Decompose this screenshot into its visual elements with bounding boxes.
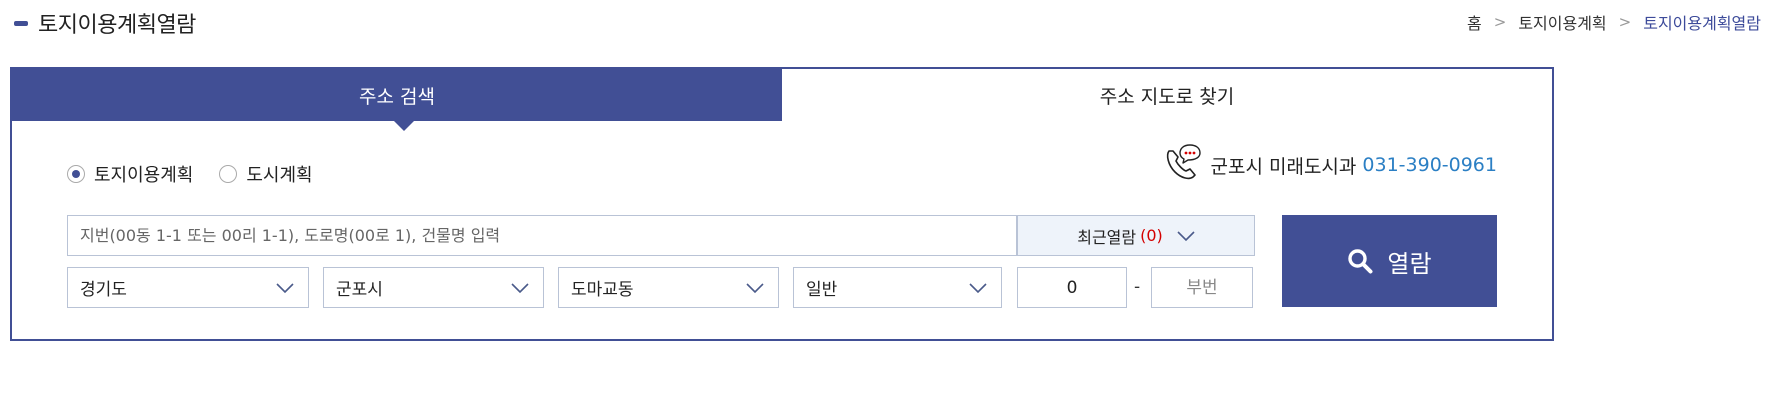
radio-city-plan-label: 도시계획 bbox=[246, 165, 313, 186]
address-search-input[interactable] bbox=[67, 215, 1017, 256]
breadcrumb-home[interactable]: 홈 bbox=[1467, 10, 1482, 34]
chevron-down-icon bbox=[969, 282, 987, 293]
land-type-select[interactable]: 일반 bbox=[793, 267, 1002, 308]
recent-views-count: (0) bbox=[1140, 226, 1163, 245]
chevron-down-icon bbox=[276, 282, 294, 293]
province-select-value: 경기도 bbox=[80, 280, 127, 300]
search-icon bbox=[1348, 249, 1373, 274]
lot-number-separator: - bbox=[1134, 277, 1141, 297]
radio-land-use-label: 토지이용계획 bbox=[94, 165, 194, 186]
radio-land-use[interactable]: 토지이용계획 bbox=[67, 161, 193, 187]
main-lot-number-input[interactable] bbox=[1017, 267, 1127, 308]
tab-address-search-label: 주소 검색 bbox=[359, 85, 435, 108]
contact-phone[interactable]: 031-390-0961 bbox=[1362, 154, 1497, 176]
radio-checked-icon[interactable] bbox=[67, 165, 85, 183]
chevron-right-icon: > bbox=[1493, 13, 1507, 31]
sub-lot-number-input[interactable] bbox=[1151, 267, 1253, 308]
district-select[interactable]: 도마교동 bbox=[558, 267, 779, 308]
tab-map-search[interactable]: 주소 지도로 찾기 bbox=[782, 69, 1552, 121]
breadcrumb-parent[interactable]: 토지이용계획 bbox=[1518, 10, 1606, 34]
contact-dept: 군포시 미래도시과 bbox=[1210, 155, 1357, 178]
radio-city-plan[interactable]: 도시계획 bbox=[219, 161, 313, 187]
active-tab-pointer bbox=[394, 121, 414, 131]
plan-type-radio-group: 토지이용계획 도시계획 bbox=[67, 161, 339, 187]
recent-views-label: 최근열람 bbox=[1077, 227, 1137, 247]
tab-map-search-label: 주소 지도로 찾기 bbox=[1099, 85, 1235, 108]
city-select[interactable]: 군포시 bbox=[323, 267, 544, 308]
chevron-right-icon: > bbox=[1618, 13, 1632, 31]
breadcrumb-current: 토지이용계획열람 bbox=[1643, 14, 1761, 33]
page-title: 토지이용계획열람 bbox=[38, 13, 196, 38]
view-button-label: 열람 bbox=[1387, 250, 1432, 278]
title-marker bbox=[14, 20, 28, 26]
breadcrumb: 홈 > 토지이용계획 > 토지이용계획열람 bbox=[1467, 10, 1761, 34]
page-header: 토지이용계획열람 bbox=[14, 8, 196, 38]
chevron-down-icon bbox=[746, 282, 764, 293]
city-select-value: 군포시 bbox=[336, 280, 383, 300]
phone-chat-icon bbox=[1166, 144, 1201, 180]
tab-bar: 주소 검색 주소 지도로 찾기 bbox=[12, 69, 1552, 131]
land-type-select-value: 일반 bbox=[806, 280, 838, 300]
radio-unchecked-icon[interactable] bbox=[219, 165, 238, 183]
district-select-value: 도마교동 bbox=[571, 280, 634, 300]
chevron-down-icon bbox=[1177, 230, 1195, 241]
tab-address-search[interactable]: 주소 검색 bbox=[12, 69, 782, 121]
contact-info: 군포시 미래도시과 031-390-0961 bbox=[1163, 144, 1497, 181]
view-button[interactable]: 열람 bbox=[1282, 215, 1497, 307]
chevron-down-icon bbox=[511, 282, 529, 293]
search-panel: 주소 검색 주소 지도로 찾기 토지이용계획 도시계획 군포시 미래도시과 03… bbox=[10, 67, 1554, 341]
province-select[interactable]: 경기도 bbox=[67, 267, 309, 308]
recent-views-dropdown[interactable]: 최근열람 (0) bbox=[1017, 215, 1255, 256]
